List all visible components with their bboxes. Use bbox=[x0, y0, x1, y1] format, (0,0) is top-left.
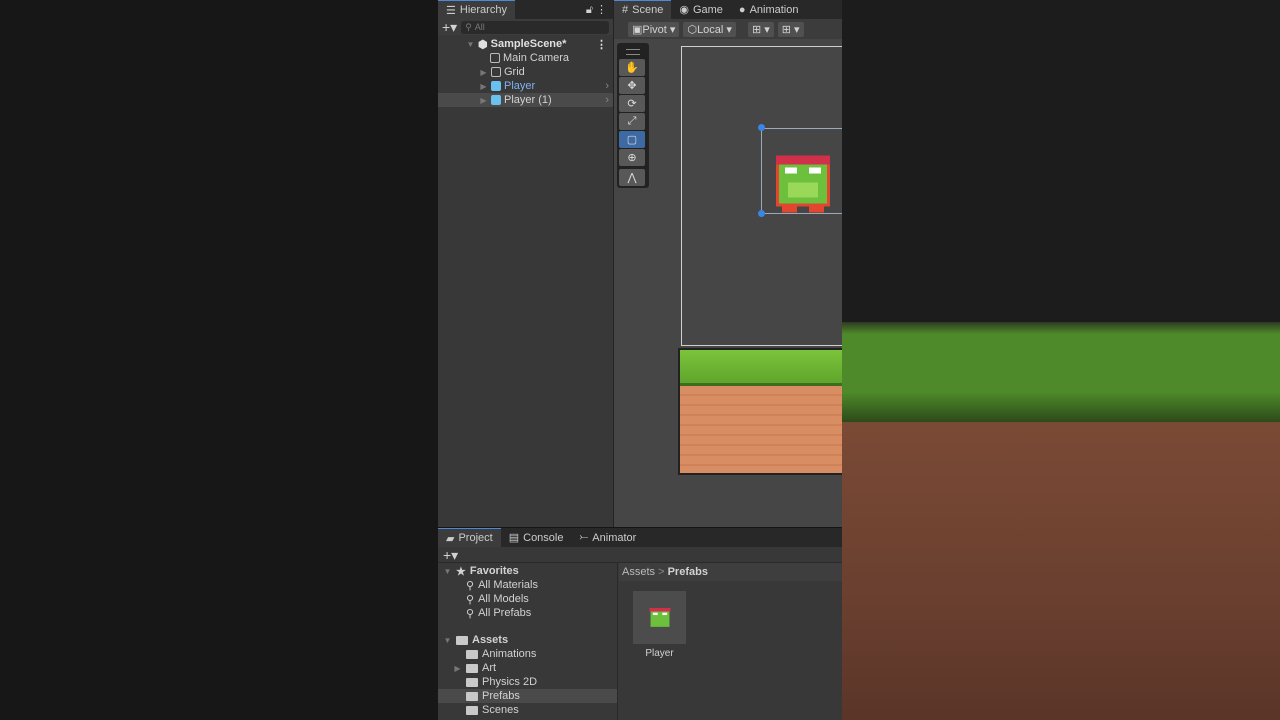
grid-snap-dropdown[interactable]: ⊞ ▾ bbox=[777, 21, 804, 37]
list-item[interactable]: ▶ Player › bbox=[438, 79, 613, 93]
tab-scene[interactable]: # Scene bbox=[614, 0, 672, 19]
search-icon: ⚲ bbox=[466, 593, 475, 606]
search-input[interactable]: ⚲ All bbox=[461, 20, 609, 34]
tab-hierarchy[interactable]: ☰ Hierarchy bbox=[438, 0, 515, 19]
add-button[interactable]: +▾ bbox=[442, 19, 457, 36]
project-panel: ▰ Project ▤ Console ⤚ Animator +▾ ▼ ★ Favorit… bbox=[438, 528, 842, 720]
snap-dropdown[interactable]: ⊞ ▾ bbox=[747, 21, 774, 37]
list-item[interactable]: ⚲ All Prefabs bbox=[438, 606, 617, 620]
tab-console[interactable]: ▤ Console bbox=[501, 528, 572, 547]
left-letterbox bbox=[0, 0, 438, 720]
scene-row[interactable]: ▼ ⬢ SampleScene* ⋮ bbox=[438, 37, 613, 51]
frog-player-sprite[interactable] bbox=[770, 146, 836, 216]
move-tool-icon[interactable]: ✥ bbox=[619, 77, 645, 94]
tab-game[interactable]: ◉ Game bbox=[671, 0, 731, 19]
list-item[interactable]: Animations bbox=[438, 647, 617, 661]
zoomed-background-tilemap bbox=[842, 0, 1280, 720]
hierarchy-panel: ☰ Hierarchy 🔓︎ ⋮ +▾ ⚲ All ▼ ⬢ SampleScene* ⋮ … bbox=[438, 0, 614, 527]
gamepad-icon: ◉ bbox=[679, 4, 689, 16]
rect-tool-icon[interactable]: ▢ bbox=[619, 131, 645, 148]
list-item[interactable]: Physics 2D bbox=[438, 675, 617, 689]
tab-project[interactable]: ▰ Project bbox=[438, 528, 501, 547]
custom-tool-icon[interactable]: ⋀ bbox=[619, 169, 645, 186]
search-icon: ⚲ bbox=[466, 579, 475, 592]
console-icon: ▤ bbox=[508, 532, 520, 544]
tab-animation[interactable]: ● Animation bbox=[731, 0, 807, 19]
add-asset-button[interactable]: +▾ bbox=[438, 547, 842, 563]
ground-tile bbox=[678, 348, 842, 475]
assets-header[interactable]: ▼ Assets bbox=[438, 633, 617, 647]
list-item[interactable]: ▶ Grid bbox=[438, 65, 613, 79]
folder-icon bbox=[466, 705, 478, 715]
folder-icon bbox=[466, 649, 478, 659]
tab-animator[interactable]: ⤚ Animator bbox=[571, 528, 644, 547]
list-item[interactable]: Main Camera bbox=[438, 51, 613, 65]
list-item[interactable]: Scenes bbox=[438, 703, 617, 717]
folder-icon: ▰ bbox=[446, 532, 455, 545]
search-icon: ⚲ bbox=[466, 607, 475, 620]
list-item[interactable]: Prefabs bbox=[438, 689, 617, 703]
list-item[interactable]: ▶ Art bbox=[438, 661, 617, 675]
star-icon: ★ bbox=[456, 565, 466, 578]
breadcrumb-assets[interactable]: Assets bbox=[622, 566, 655, 578]
tools-overlay: ✋ ✥ ⟳ ⤢ ▢ ⊕ ⋀ bbox=[617, 43, 649, 188]
gameobject-icon bbox=[491, 67, 501, 77]
list-icon: ☰ bbox=[446, 4, 456, 17]
breadcrumb: Assets > Prefabs bbox=[619, 563, 842, 581]
lock-icon[interactable]: 🔓︎ ⋮ bbox=[586, 3, 607, 17]
gameobject-icon bbox=[490, 53, 500, 63]
rect-handle[interactable] bbox=[758, 210, 765, 217]
asset-tile[interactable]: Player bbox=[633, 591, 686, 659]
prefab-icon bbox=[491, 95, 501, 105]
folder-icon bbox=[466, 663, 478, 673]
clock-icon: ● bbox=[738, 3, 746, 16]
pivot-dropdown[interactable]: ▣Pivot ▾ bbox=[628, 21, 680, 37]
unity-scene-icon: ⬢ bbox=[478, 38, 488, 51]
grid-icon: # bbox=[622, 4, 629, 16]
prefab-icon bbox=[491, 81, 501, 91]
player-prefab-thumbnail bbox=[633, 591, 686, 644]
hand-tool-icon[interactable]: ✋ bbox=[619, 59, 645, 76]
scale-tool-icon[interactable]: ⤢ bbox=[619, 113, 645, 130]
rect-handle[interactable] bbox=[758, 124, 765, 131]
favorites-header[interactable]: ▼ ★ Favorites bbox=[438, 564, 617, 578]
scene-view[interactable]: # Scene ◉ Game ● Animation ▣Pivot ▾ ⬡Local … bbox=[614, 0, 842, 527]
transform-tool-icon[interactable]: ⊕ bbox=[619, 149, 645, 166]
folder-open-icon bbox=[456, 635, 468, 645]
local-dropdown[interactable]: ⬡Local ▾ bbox=[683, 21, 736, 37]
breadcrumb-prefabs[interactable]: Prefabs bbox=[668, 566, 708, 578]
list-item[interactable]: ⚲ All Models bbox=[438, 592, 617, 606]
folder-icon bbox=[466, 677, 478, 687]
list-item[interactable]: ⚲ All Materials bbox=[438, 578, 617, 592]
list-item[interactable]: ▶ Player (1) › bbox=[438, 93, 613, 107]
folder-icon bbox=[466, 691, 478, 701]
animator-icon: ⤚ bbox=[579, 531, 589, 543]
rotate-tool-icon[interactable]: ⟳ bbox=[619, 95, 645, 112]
